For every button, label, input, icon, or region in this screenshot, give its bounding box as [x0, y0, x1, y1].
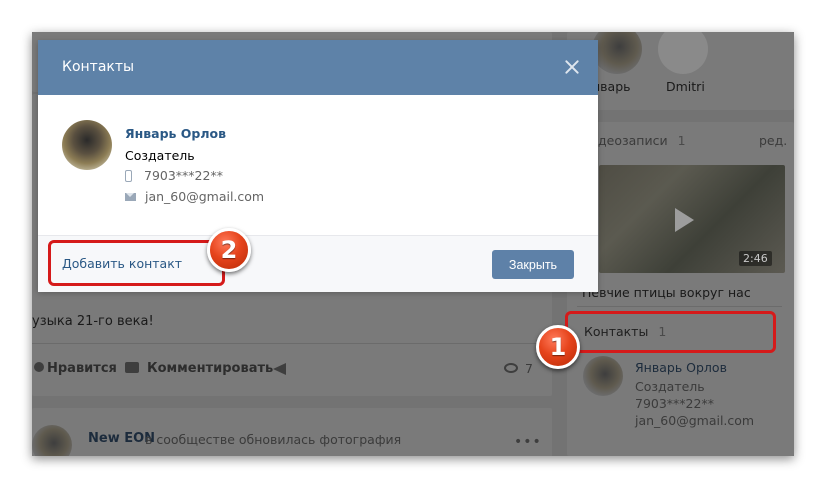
divider: [577, 306, 782, 307]
contact-email-row: jan_60@gmail.com: [125, 189, 264, 204]
comment-icon[interactable]: [125, 362, 139, 373]
close-icon[interactable]: [564, 59, 580, 75]
like-icon[interactable]: [34, 362, 44, 372]
sidebar-contact-avatar[interactable]: [583, 356, 623, 396]
sidebar-contact-name[interactable]: Январь Орлов: [635, 360, 727, 375]
comment-button[interactable]: Комментировать: [147, 361, 273, 376]
post-divider: [32, 343, 552, 344]
contact-name[interactable]: Январь Орлов: [125, 126, 226, 141]
phone-icon: [125, 169, 132, 182]
more-icon[interactable]: •••: [514, 435, 542, 449]
edit-link[interactable]: ред.: [759, 133, 787, 148]
share-icon[interactable]: [273, 363, 286, 375]
like-button[interactable]: Нравится: [47, 361, 117, 376]
screenshot-frame: нварь Dmitri деозаписи 1 ред. 2:46 Певчи…: [32, 32, 794, 456]
friend-name-2[interactable]: Dmitri: [666, 79, 705, 94]
views-count: 7: [525, 361, 533, 376]
sidebar-contact-email: jan_60@gmail.com: [635, 413, 755, 428]
contact-phone-row: 7903***22**: [125, 168, 223, 183]
video-duration: 2:46: [739, 251, 772, 266]
step-badge-1: 1: [536, 325, 580, 369]
mail-icon: [125, 192, 136, 201]
contact-email[interactable]: jan_60@gmail.com: [145, 189, 264, 204]
modal-title: Контакты: [62, 59, 135, 75]
sidebar-contact-phone: 7903***22**: [635, 396, 714, 411]
close-button[interactable]: Закрыть: [492, 250, 574, 279]
contact-role: Создатель: [125, 148, 195, 163]
feed-action: в сообществе обновилась фотография: [145, 432, 402, 447]
play-icon[interactable]: [675, 208, 694, 232]
modal-header: Контакты: [38, 40, 598, 95]
highlight-add-contact: [48, 240, 225, 286]
video-title[interactable]: Певчие птицы вокруг нас: [582, 285, 751, 300]
sidebar-contact-role: Создатель: [635, 379, 705, 394]
videos-header[interactable]: деозаписи 1: [598, 133, 686, 148]
videos-count: 1: [677, 133, 686, 148]
post-text: узыка 21-го века!: [32, 314, 154, 329]
contact-phone: 7903***22**: [144, 168, 223, 183]
videos-label: деозаписи: [598, 133, 668, 148]
highlight-sidebar-contacts: [565, 311, 776, 353]
step-badge-2: 2: [207, 228, 251, 272]
contact-avatar[interactable]: [62, 120, 112, 170]
views-icon: [504, 363, 518, 373]
